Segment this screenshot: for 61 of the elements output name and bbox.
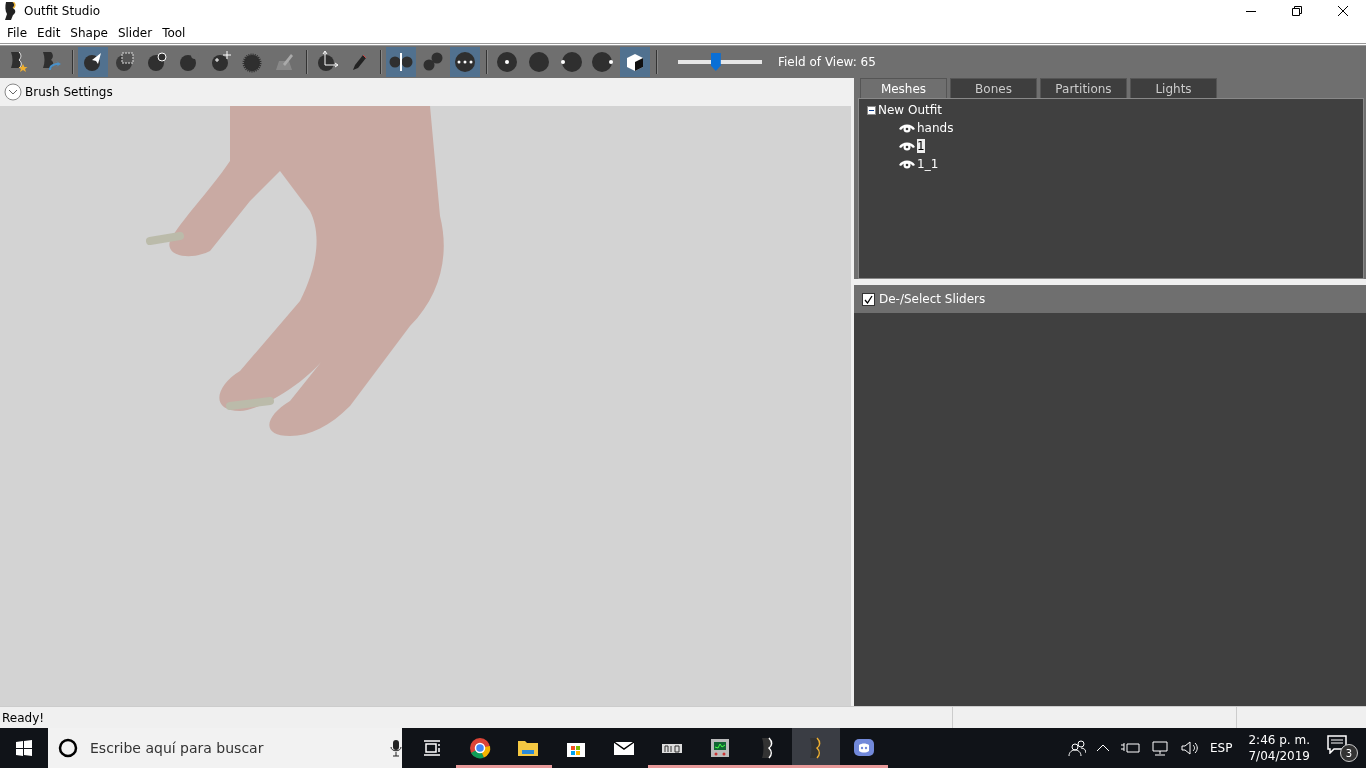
panel-tab[interactable]: Meshes <box>860 78 947 99</box>
mirror-icon <box>389 50 413 74</box>
panel-tab[interactable]: Partitions <box>1040 78 1127 99</box>
brush-inflate-icon <box>145 50 169 74</box>
tree-item[interactable]: 1 <box>917 139 925 153</box>
status-text: Ready! <box>2 710 45 725</box>
chevron-up-icon[interactable] <box>1096 743 1111 753</box>
panel-tab[interactable]: Lights <box>1130 78 1217 99</box>
eye-icon[interactable] <box>899 141 915 151</box>
speaker-icon[interactable] <box>1180 740 1201 756</box>
notification-icon <box>1326 734 1348 754</box>
tree-item[interactable]: New Outfit <box>878 103 942 117</box>
panel-tab[interactable]: Bones <box>950 78 1037 99</box>
language-indicator[interactable]: ESP <box>1210 741 1233 755</box>
menu-item[interactable]: Slider <box>112 25 158 40</box>
brush-settings-label[interactable]: Brush Settings <box>25 85 113 99</box>
menu-item[interactable]: Tool <box>157 25 191 40</box>
action-center-button[interactable]: 3 <box>1326 734 1358 762</box>
brush-move-icon <box>209 50 233 74</box>
checkbox-label: De-/Select Sliders <box>879 292 986 306</box>
clock[interactable]: 2:46 p. m. 7/04/2019 <box>1248 733 1310 763</box>
windows-logo-icon <box>16 740 32 756</box>
menu-item[interactable]: Edit <box>32 25 66 40</box>
expand-icon[interactable] <box>4 83 22 101</box>
taskbar-app-button[interactable] <box>792 728 840 768</box>
view-right-icon <box>591 50 615 74</box>
microphone-icon[interactable] <box>390 739 402 757</box>
clock-date: 7/04/2019 <box>1248 749 1310 763</box>
slider-thumb[interactable] <box>710 53 721 71</box>
browser-icon <box>468 736 492 760</box>
view-back-icon <box>527 50 551 74</box>
restore-icon <box>1292 6 1302 16</box>
tree-item[interactable]: 1_1 <box>917 157 939 171</box>
cortana-circle-icon <box>58 738 78 758</box>
battery-icon[interactable] <box>1120 740 1141 756</box>
menu-item[interactable]: Shape <box>65 25 113 40</box>
network-icon[interactable] <box>1150 740 1171 756</box>
eye-icon[interactable] <box>899 159 915 169</box>
tree-item[interactable]: hands <box>917 121 954 135</box>
app-logo-icon <box>4 2 18 20</box>
close-icon <box>1338 6 1348 16</box>
window-title: Outfit Studio <box>24 4 101 18</box>
view-left-icon <box>559 50 583 74</box>
tool-button[interactable] <box>386 47 416 77</box>
notification-count-badge: 3 <box>1340 744 1358 762</box>
clock-time: 2:46 p. m. <box>1248 733 1310 747</box>
brush-mask-icon <box>113 50 137 74</box>
tool-button[interactable] <box>78 47 108 77</box>
checkbox[interactable] <box>862 292 875 306</box>
view-front-icon <box>495 50 519 74</box>
menu-item[interactable]: File <box>2 25 33 40</box>
transform-icon <box>315 50 339 74</box>
monitor-icon <box>708 736 732 760</box>
taskbar-search-bar[interactable]: Escribe aquí para buscar <box>48 728 402 768</box>
tool-button[interactable] <box>620 47 650 77</box>
search-field[interactable]: Escribe aquí para buscar <box>88 739 380 757</box>
eye-icon[interactable] <box>899 123 915 133</box>
people-icon[interactable] <box>1068 739 1087 757</box>
vertices-icon <box>453 50 477 74</box>
collapse-icon[interactable] <box>867 105 876 115</box>
fov-label: Field of View: 65 <box>778 55 876 69</box>
